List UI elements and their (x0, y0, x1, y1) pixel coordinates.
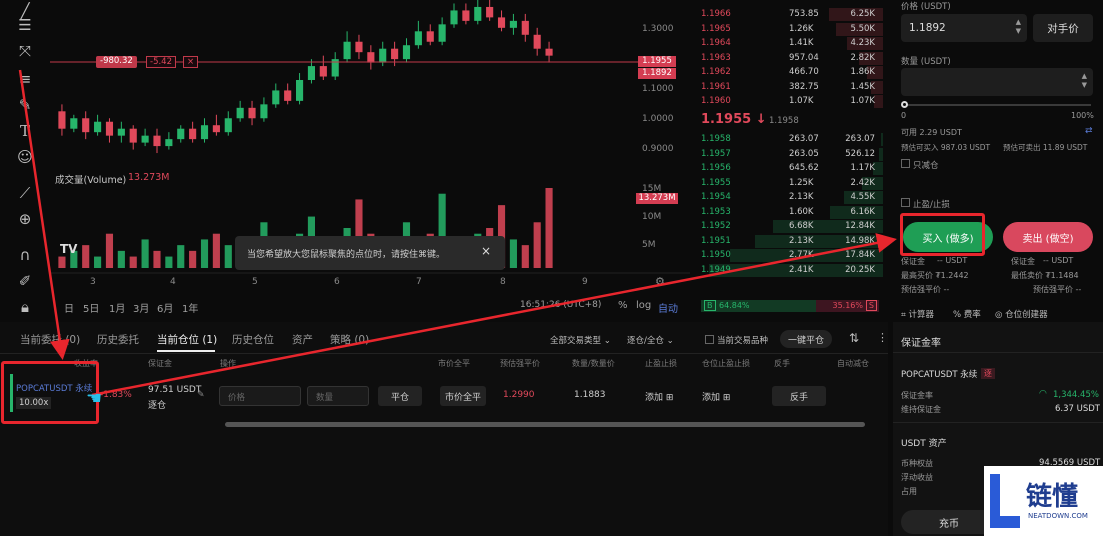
arrow-to-position (18, 69, 70, 360)
cursor-hand-icon: ☚ (86, 388, 102, 409)
annotation-arrows: ☚ (18, 69, 897, 409)
arrow-to-buy (91, 233, 897, 397)
